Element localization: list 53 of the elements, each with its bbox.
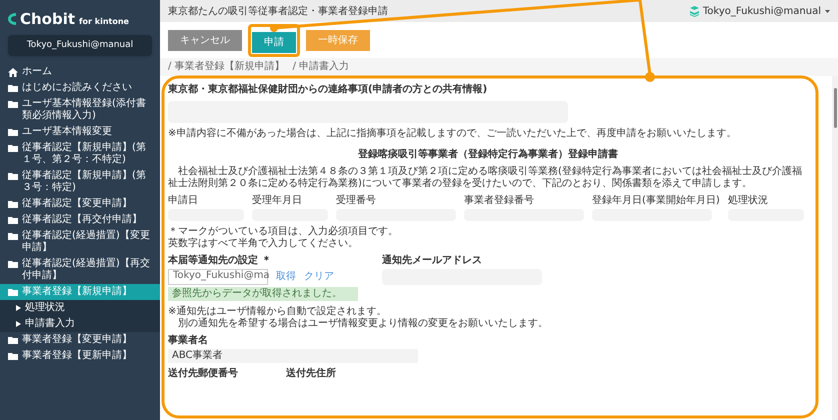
folder-icon bbox=[8, 172, 18, 180]
sidebar-subitem[interactable]: 処理状況 bbox=[0, 300, 160, 316]
input-field[interactable]: ABC事業者 bbox=[168, 349, 418, 363]
breadcrumb-item[interactable]: / 事業者登録【新規申請】 bbox=[168, 61, 285, 73]
sidebar-item[interactable]: 従事者認定【変更申請】 bbox=[0, 196, 160, 212]
user-name-badge: Tokyo_Fukushi@manual bbox=[8, 34, 152, 56]
caret-down-icon bbox=[825, 10, 830, 12]
user-icon bbox=[690, 6, 699, 16]
note-text: ＊マークがついている項目は、入力必須項目です。 bbox=[168, 226, 399, 238]
page-title: 東京都たんの吸引等従事者認定・事業者登録申請 bbox=[168, 4, 388, 18]
sidebar-item[interactable]: ユーザ基本情報変更 bbox=[0, 124, 160, 140]
field-label: 処理状況 bbox=[728, 195, 769, 207]
logo-suffix: for kintone bbox=[79, 16, 129, 28]
success-message: 参照先からデータが取得されました。 bbox=[168, 287, 358, 301]
folder-icon bbox=[8, 260, 18, 268]
field-label: 送付先住所 bbox=[286, 368, 336, 380]
sidebar-item[interactable]: 事業者登録【変更申請】 bbox=[0, 332, 160, 348]
field-label: 送付先郵便番号 bbox=[168, 368, 238, 380]
sidebar-item[interactable]: ホーム bbox=[0, 64, 160, 80]
sidebar-item[interactable]: 従事者認定【再交付申請】 bbox=[0, 212, 160, 228]
field-label: 通知先メールアドレス bbox=[382, 255, 483, 267]
sidebar-item[interactable]: ユーザ基本情報登録(添付書類必須情報入力) bbox=[0, 96, 160, 124]
scrollbar[interactable] bbox=[832, 76, 838, 420]
caret-icon bbox=[16, 321, 21, 327]
logo-text: Chobit bbox=[20, 9, 76, 30]
home-icon bbox=[8, 68, 18, 77]
input-field[interactable]: Tokyo_Fukushi@ma bbox=[168, 269, 268, 285]
sidebar-item[interactable]: 事業者登録【更新申請】 bbox=[0, 348, 160, 364]
field-label: 登録年月日(事業開始年月日) bbox=[592, 195, 720, 207]
intro-paragraph: 社会福祉士及び介護福祉士法第４８条の３第１項及び第２項に定める喀痰吸引等業務(登録特定行為事業者においては社会福祉士及び介護福祉士法附則第２０条に定める特定行為業務)について事業者の登録を受けたいので、下記のとおり、関係書類を添えて申請します。 bbox=[168, 166, 803, 190]
sidebar-item[interactable]: 従事者認定【新規申請】(第３号：特定) bbox=[0, 168, 160, 196]
sidebar-subitem[interactable]: 申請書入力 bbox=[0, 316, 160, 332]
folder-icon bbox=[8, 288, 18, 296]
field-label: 事業者登録番号 bbox=[464, 195, 535, 207]
user-menu[interactable]: Tokyo_Fukushi@manual bbox=[690, 4, 830, 18]
field-label: 本届等通知先の設定 ＊ bbox=[168, 255, 272, 267]
sidebar-item[interactable]: はじめにお読みください bbox=[0, 80, 160, 96]
field-label: 受理番号 bbox=[336, 195, 377, 207]
caret-icon bbox=[16, 305, 21, 311]
note-text: 別の通知先を希望する場合はユーザ情報変更より情報の変更をお願いいたします。 bbox=[177, 318, 549, 330]
note-text: ※申請内容に不備があった場合は、上記に指摘事項を記載しますので、ご一読いただいた上で、再度申請をお願いいたします。 bbox=[168, 128, 738, 140]
field-label: 東京都・東京都福祉保健財団からの連絡事項(申請者の方との共有情報) bbox=[168, 84, 488, 96]
note-text: ※通知先はユーザ情報から自動で設定されます。 bbox=[168, 306, 388, 318]
sidebar-item[interactable]: 従事者認定(経過措置)【変更申請】 bbox=[0, 228, 160, 256]
breadcrumb-item[interactable]: / 申請書入力 bbox=[292, 61, 350, 73]
logo-icon bbox=[8, 13, 16, 26]
field-label: 受理年月日 bbox=[252, 195, 303, 207]
field-label: 申請日 bbox=[168, 195, 199, 207]
note-text: 英数字はすべて半角で入力してください。 bbox=[168, 238, 359, 250]
form-title: 登録喀痰吸引等事業者（登録特定行為事業者）登録申請書 bbox=[356, 149, 619, 161]
sidebar-item[interactable]: 従事者認定【新規申請】(第１号、第２号：不特定) bbox=[0, 140, 160, 168]
field-label: 事業者名 bbox=[168, 335, 209, 347]
sidebar-item[interactable]: 従事者認定(経過措置)【再交付申請】 bbox=[0, 256, 160, 284]
